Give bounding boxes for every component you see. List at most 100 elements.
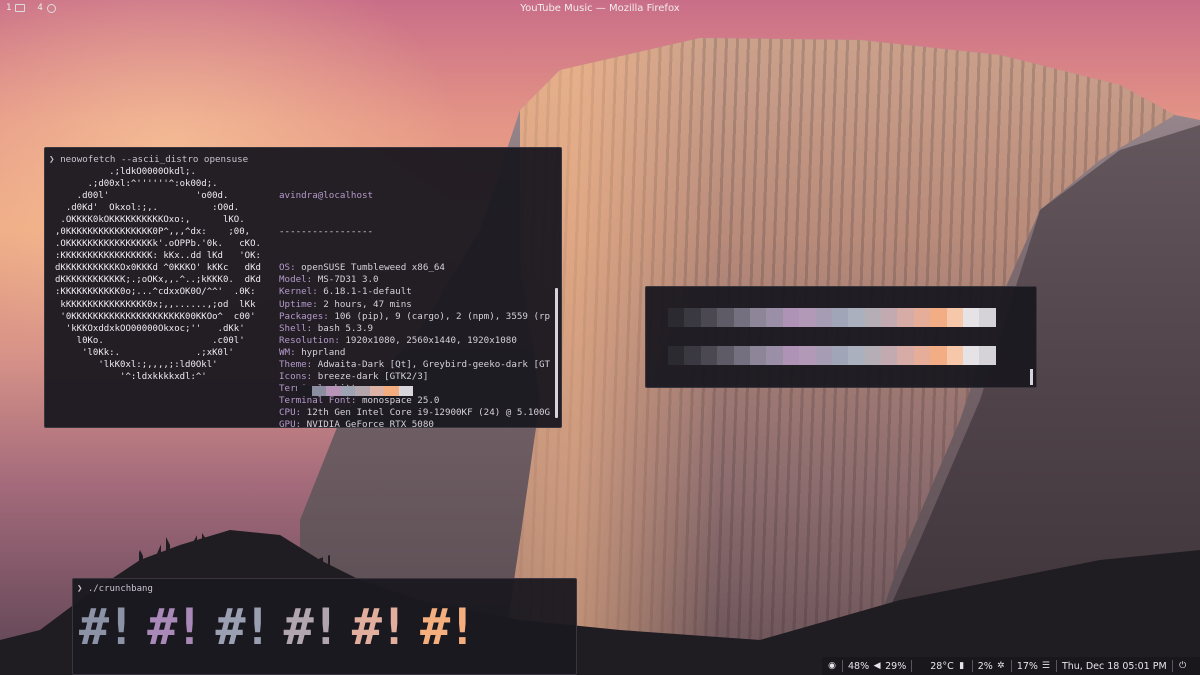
volume-indicator[interactable]: 48% ◀ 29% (843, 657, 911, 675)
bar-segment (864, 308, 882, 327)
info-key: OS: (279, 262, 296, 274)
cpu-icon: ✲ (997, 661, 1005, 671)
bar-segment (733, 308, 750, 327)
info-value: hyprland (295, 346, 346, 358)
scrollbar[interactable] (555, 288, 558, 418)
bar-segment (930, 308, 947, 327)
crunchbang-glyph: #! (351, 598, 409, 656)
bar-segment (668, 346, 685, 365)
logo-line: '0KKKKKKKKKKKKKKKKKKKKK00KKOo^ c00' (55, 311, 256, 322)
bar-segment (717, 308, 734, 327)
logo-line: ,0KKKKKKKKKKKKKKKK0P^,,,^dx: ;00, (55, 227, 251, 238)
bar-segment (864, 346, 882, 365)
brightness-value: 29% (885, 660, 907, 672)
color-gradient-bar (668, 308, 996, 327)
color-gradient-bar (668, 346, 996, 365)
crunchbang-glyph: #! (79, 598, 136, 656)
info-value: 106 (pip), 9 (cargo), 2 (npm), 3559 (rp (328, 310, 551, 322)
info-value: monospace 25.0 (356, 394, 440, 406)
info-value: Adwaita-Dark [Qt], Greybird-geeko-dark [… (312, 358, 551, 370)
bar-segment (848, 346, 865, 365)
info-row: Terminal Font: monospace 25.0 (279, 395, 550, 407)
logo-line: .;ldkO0000Okdl;. (55, 167, 196, 177)
palette-swatch (326, 386, 341, 396)
bar-segment (700, 346, 718, 365)
info-row: Uptime: 2 hours, 47 mins (279, 299, 550, 311)
palette-swatch (384, 386, 399, 396)
palette-swatch (355, 386, 370, 396)
crunchbang-glyph: #! (215, 598, 272, 656)
bar-segment (831, 346, 849, 365)
scrollbar[interactable] (1030, 369, 1033, 385)
info-row: WM: hyprland (279, 347, 550, 359)
power-button[interactable]: ⏻ (1173, 657, 1193, 675)
logo-line: l0Ko. .c00l' (55, 335, 245, 346)
color-bars-terminal-window[interactable] (645, 286, 1037, 388)
info-row: Packages: 106 (pip), 9 (cargo), 2 (npm),… (279, 311, 550, 323)
eye-indicator[interactable]: ◉ (822, 657, 842, 675)
status-tray: ◉ 48% ◀ 29% 28°C ▮ 2% ✲ 17% ☰ Thu, Dec 18 05:… (822, 657, 1200, 675)
bar-segment (815, 346, 832, 365)
memory-indicator[interactable]: 17% ☰ (1012, 657, 1056, 675)
bar-segment (717, 346, 734, 365)
bar-segment (848, 308, 865, 327)
thermometer-icon (917, 661, 927, 671)
info-key: GPU: (279, 418, 302, 428)
bar-segment (979, 346, 996, 365)
bar-segment (897, 308, 914, 327)
crunchbang-glyphs: #! #! #! #! #! #! (79, 597, 477, 657)
palette-swatch (340, 386, 355, 396)
logo-line: dKKKKKKKKKKKOx0KKKd ^0KKKO' kKKc dKd (55, 263, 261, 274)
info-key: Uptime: (279, 298, 318, 310)
power-icon: ⏻ (1179, 661, 1187, 671)
bar-segment (881, 346, 898, 365)
info-key: Packages: (279, 310, 329, 322)
cpu-indicator[interactable]: 2% ✲ (973, 657, 1011, 675)
logo-line: dKKKKKKKKKKKK;.;oOKx,,.^..;kKKK0. dKd (55, 275, 261, 286)
bar-segment (881, 308, 898, 327)
neofetch-terminal-window[interactable]: ❯ neowofetch --ascii_distro opensuse .;l… (44, 147, 562, 428)
clock[interactable]: Thu, Dec 18 05:01 PM (1057, 657, 1172, 675)
bar-segment (930, 346, 947, 365)
top-bar: 1 4 YouTube Music — Mozilla Firefox (0, 0, 1200, 18)
bar-segment (684, 346, 701, 365)
crunchbang-terminal-window[interactable]: ❯ ./crunchbang #! #! #! #! #! #! (72, 578, 577, 675)
prompt-arrow: ❯ (49, 154, 55, 165)
palette-swatch (369, 386, 384, 396)
bar-segment (897, 346, 914, 365)
logo-line: '^:ldxkkkkxdl:^' (55, 371, 207, 382)
bar-segment (749, 308, 767, 327)
info-value: 1920x1080, 2560x1440, 1920x1080 (339, 334, 517, 346)
bar-segment (799, 308, 816, 327)
bar-segment (799, 346, 816, 365)
info-key: Theme: (279, 358, 313, 370)
bar-segment (963, 308, 980, 327)
info-fields: OS: openSUSE Tumbleweed x86_64 Model: MS-… (279, 262, 551, 428)
logo-line: .d0Kd' Okxol:;,. :O0d. (55, 203, 240, 214)
user-host-underline: ----------------- (279, 226, 374, 238)
bar-segment (700, 308, 718, 327)
info-value: NVIDIA GeForce RTX 5080 (301, 418, 434, 428)
info-key: CPU: (279, 406, 302, 418)
bar-segment (782, 346, 800, 365)
temperature-value: 28°C (930, 660, 954, 672)
crunchbang-glyph: #! (147, 598, 204, 656)
logo-line: .OKKKK0kOKKKKKKKKKKOxo:, lKO. (55, 215, 245, 226)
temperature-indicator[interactable]: 28°C ▮ (912, 657, 971, 675)
info-row: GPU: NVIDIA GeForce RTX 5080 (279, 418, 550, 428)
info-key: Terminal Font: (279, 394, 357, 406)
thermometer-icon: ▮ (959, 661, 965, 671)
bar-segment (684, 308, 701, 327)
terminal-prompt: ❯ neowofetch --ascii_distro opensuse (49, 154, 248, 166)
color-palette (297, 386, 413, 396)
cpu-value: 2% (977, 660, 993, 672)
palette-swatch (311, 386, 326, 396)
command-text: neowofetch --ascii_distro opensuse (60, 154, 249, 165)
info-value: 12th Gen Intel Core i9-12900KF (24) @ 5.… (301, 406, 551, 418)
active-window-title: YouTube Music — Mozilla Firefox (520, 3, 680, 14)
command-text: ❯ ./crunchbang (77, 584, 153, 594)
info-value: MS-7D31 3.0 (312, 274, 379, 286)
logo-line: kKKKKKKKKKKKKKKK0x;,,......,;od lKk (55, 299, 256, 310)
bar-segment (946, 346, 964, 365)
info-value: bash 5.3.9 (312, 322, 374, 334)
